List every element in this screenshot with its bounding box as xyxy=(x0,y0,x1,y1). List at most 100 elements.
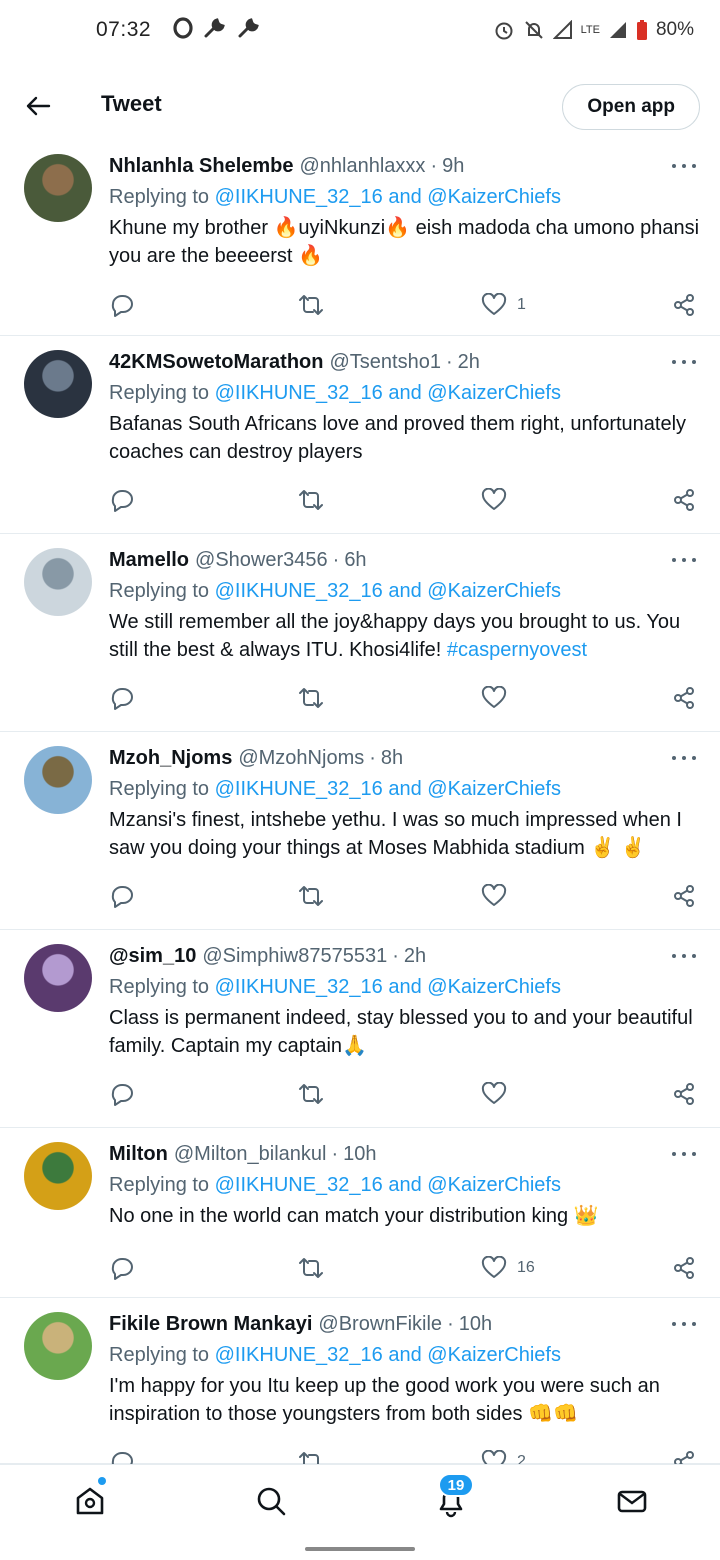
mention-join[interactable]: and xyxy=(388,976,421,998)
retweet-button[interactable] xyxy=(297,487,325,513)
more-options-button[interactable] xyxy=(672,752,696,764)
tweet-list[interactable]: Nhlanhla Shelembe @nhlanhlaxxx · 9h Repl… xyxy=(0,140,720,1464)
author-handle[interactable]: @nhlanhlaxxx xyxy=(300,152,426,180)
share-button[interactable] xyxy=(672,488,696,512)
share-button[interactable] xyxy=(672,1450,696,1464)
share-button[interactable] xyxy=(672,1256,696,1280)
tweet[interactable]: Mzoh_Njoms @MzohNjoms · 8h Replying to @… xyxy=(0,732,720,930)
mention-join[interactable]: and xyxy=(388,1174,421,1196)
author-handle[interactable]: @BrownFikile xyxy=(318,1310,442,1338)
mention-link[interactable]: @KaizerChiefs xyxy=(427,976,561,998)
author-handle[interactable]: @Shower3456 xyxy=(195,546,328,574)
status-bar: 07:32 LTE 80% xyxy=(0,0,720,60)
share-button[interactable] xyxy=(672,884,696,908)
mention-link[interactable]: @KaizerChiefs xyxy=(427,186,561,208)
tweet-time[interactable]: 2h xyxy=(404,942,426,970)
like-button[interactable]: 16 xyxy=(481,1256,535,1280)
tweet-time[interactable]: 9h xyxy=(442,152,464,180)
tweet-time[interactable]: 10h xyxy=(459,1310,492,1338)
reply-button[interactable] xyxy=(109,292,135,318)
tweet-time[interactable]: 8h xyxy=(381,744,403,772)
author-name[interactable]: Mzoh_Njoms xyxy=(109,744,232,772)
author-handle[interactable]: @MzohNjoms xyxy=(238,744,364,772)
more-options-button[interactable] xyxy=(672,1318,696,1330)
tweet[interactable]: Fikile Brown Mankayi @BrownFikile · 10h … xyxy=(0,1298,720,1464)
retweet-button[interactable] xyxy=(297,1449,325,1464)
retweet-button[interactable] xyxy=(297,1255,325,1281)
nav-search[interactable] xyxy=(253,1483,289,1519)
mention-link[interactable]: @IIKHUNE_32_16 xyxy=(215,1174,383,1196)
mention-link[interactable]: @KaizerChiefs xyxy=(427,382,561,404)
tweet[interactable]: Milton @Milton_bilankul · 10h Replying t… xyxy=(0,1128,720,1298)
tweet[interactable]: 42KMSowetoMarathon @Tsentsho1 · 2h Reply… xyxy=(0,336,720,534)
avatar[interactable] xyxy=(24,1142,92,1210)
header: Tweet Open app xyxy=(0,72,720,140)
like-button[interactable] xyxy=(481,884,517,908)
author-handle[interactable]: @Simphiw87575531 xyxy=(202,942,387,970)
avatar[interactable] xyxy=(24,746,92,814)
mention-link[interactable]: @KaizerChiefs xyxy=(427,1344,561,1366)
tweet[interactable]: Nhlanhla Shelembe @nhlanhlaxxx · 9h Repl… xyxy=(0,140,720,336)
retweet-button[interactable] xyxy=(297,292,325,318)
like-button[interactable] xyxy=(481,488,517,512)
nav-messages[interactable] xyxy=(614,1483,650,1519)
mention-link[interactable]: @IIKHUNE_32_16 xyxy=(215,186,383,208)
mention-join[interactable]: and xyxy=(388,186,421,208)
share-button[interactable] xyxy=(672,1082,696,1106)
mention-join[interactable]: and xyxy=(388,382,421,404)
author-name[interactable]: 42KMSowetoMarathon xyxy=(109,348,323,376)
reply-button[interactable] xyxy=(109,1255,135,1281)
author-name[interactable]: Milton xyxy=(109,1140,168,1168)
reply-button[interactable] xyxy=(109,1449,135,1464)
tweet[interactable]: Mamello @Shower3456 · 6h Replying to @II… xyxy=(0,534,720,732)
author-name[interactable]: Nhlanhla Shelembe xyxy=(109,152,294,180)
mention-link[interactable]: @KaizerChiefs xyxy=(427,580,561,602)
mention-link[interactable]: @KaizerChiefs xyxy=(427,1174,561,1196)
avatar[interactable] xyxy=(24,1312,92,1380)
like-button[interactable] xyxy=(481,1082,517,1106)
mention-link[interactable]: @IIKHUNE_32_16 xyxy=(215,778,383,800)
mention-link[interactable]: @IIKHUNE_32_16 xyxy=(215,580,383,602)
tweet-time[interactable]: 10h xyxy=(343,1140,376,1168)
like-button[interactable]: 2 xyxy=(481,1450,526,1464)
share-button[interactable] xyxy=(672,293,696,317)
open-app-button[interactable]: Open app xyxy=(562,84,700,130)
author-name[interactable]: @sim_10 xyxy=(109,942,196,970)
retweet-button[interactable] xyxy=(297,685,325,711)
retweet-button[interactable] xyxy=(297,883,325,909)
avatar[interactable] xyxy=(24,944,92,1012)
more-options-button[interactable] xyxy=(672,356,696,368)
author-name[interactable]: Fikile Brown Mankayi xyxy=(109,1310,312,1338)
more-options-button[interactable] xyxy=(672,554,696,566)
mention-link[interactable]: @IIKHUNE_32_16 xyxy=(215,976,383,998)
reply-button[interactable] xyxy=(109,1081,135,1107)
back-button[interactable] xyxy=(22,90,54,122)
reply-button[interactable] xyxy=(109,487,135,513)
like-button[interactable] xyxy=(481,686,517,710)
mention-join[interactable]: and xyxy=(388,1344,421,1366)
author-handle[interactable]: @Tsentsho1 xyxy=(329,348,440,376)
more-options-button[interactable] xyxy=(672,1148,696,1160)
like-button[interactable]: 1 xyxy=(481,293,526,317)
mention-link[interactable]: @KaizerChiefs xyxy=(427,778,561,800)
reply-button[interactable] xyxy=(109,883,135,909)
share-button[interactable] xyxy=(672,686,696,710)
hashtag-link[interactable]: #caspernyovest xyxy=(447,639,587,661)
mention-join[interactable]: and xyxy=(388,580,421,602)
mention-link[interactable]: @IIKHUNE_32_16 xyxy=(215,1344,383,1366)
mention-join[interactable]: and xyxy=(388,778,421,800)
nav-home[interactable] xyxy=(72,1483,108,1519)
more-options-button[interactable] xyxy=(672,950,696,962)
more-options-button[interactable] xyxy=(672,160,696,172)
mention-link[interactable]: @IIKHUNE_32_16 xyxy=(215,382,383,404)
author-handle[interactable]: @Milton_bilankul xyxy=(174,1140,327,1168)
avatar[interactable] xyxy=(24,548,92,616)
tweet[interactable]: @sim_10 @Simphiw87575531 · 2h Replying t… xyxy=(0,930,720,1128)
avatar[interactable] xyxy=(24,154,92,222)
tweet-time[interactable]: 2h xyxy=(458,348,480,376)
reply-button[interactable] xyxy=(109,685,135,711)
tweet-time[interactable]: 6h xyxy=(344,546,366,574)
author-name[interactable]: Mamello xyxy=(109,546,189,574)
avatar[interactable] xyxy=(24,350,92,418)
retweet-button[interactable] xyxy=(297,1081,325,1107)
